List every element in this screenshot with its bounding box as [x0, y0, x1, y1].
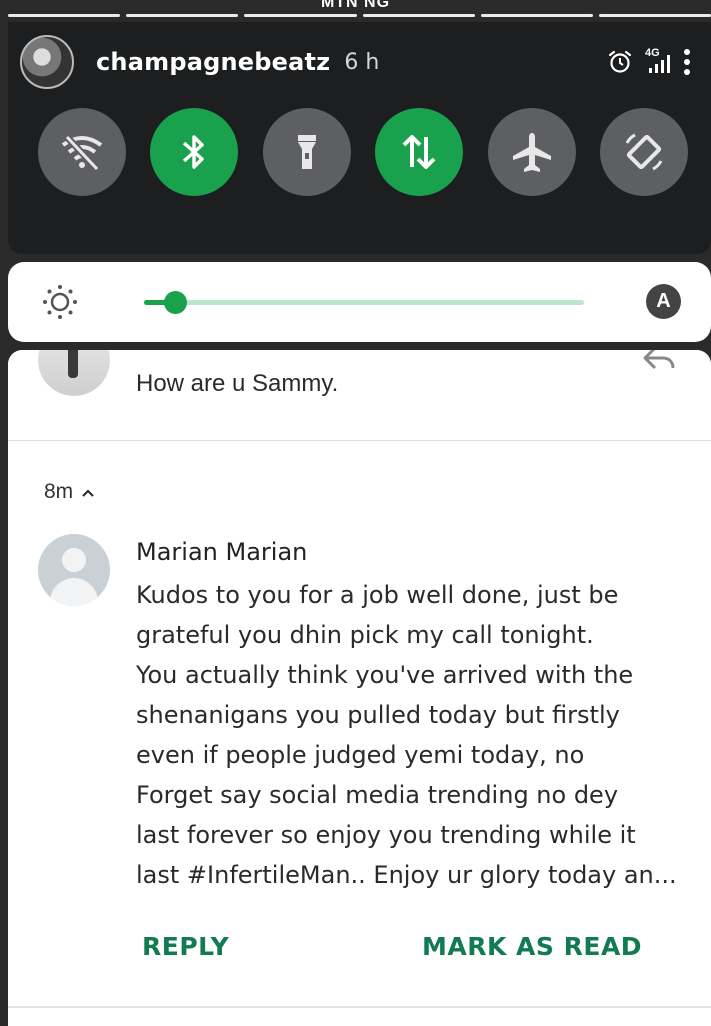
auto-brightness-button[interactable]: A — [646, 284, 681, 319]
auto-rotate-icon — [625, 133, 663, 171]
carrier-name: MTN NG — [320, 0, 391, 11]
avatar — [38, 350, 110, 396]
previous-message[interactable]: How are u Sammy. — [8, 350, 711, 440]
divider — [8, 440, 711, 441]
airplane-mode-tile[interactable] — [487, 108, 576, 196]
story-segment — [8, 14, 121, 17]
reply-button[interactable]: REPLY — [142, 932, 229, 961]
brightness-slider[interactable] — [144, 291, 584, 314]
post-time: 6 h — [344, 49, 380, 75]
quick-settings-tiles — [38, 108, 688, 196]
notification-time[interactable]: 8m — [44, 480, 95, 504]
wifi-off-icon — [61, 134, 103, 172]
story-progress-bar — [8, 14, 711, 18]
divider — [8, 1006, 711, 1008]
story-segment — [362, 14, 475, 17]
story-segment — [244, 14, 357, 17]
wifi-tile[interactable] — [38, 108, 126, 196]
story-header: champagnebeatz 6 h 4G — [20, 34, 691, 90]
signal-icon: 4G — [643, 47, 673, 75]
brightness-slider-thumb[interactable] — [163, 291, 187, 314]
mobile-data-tile[interactable] — [375, 108, 464, 196]
message-line: last forever so enjoy you trending while… — [136, 821, 636, 849]
bluetooth-icon — [183, 135, 205, 169]
brightness-icon — [42, 284, 78, 325]
message-line: Kudos to you for a job well done, just b… — [136, 581, 619, 609]
message-line: Forget say social media trending no dey — [136, 781, 619, 809]
flashlight-icon — [297, 135, 316, 169]
flashlight-tile[interactable] — [262, 108, 351, 196]
more-options-icon[interactable] — [683, 48, 691, 76]
message-body[interactable]: Kudos to you for a job well done, just b… — [136, 575, 696, 895]
message-line: last #InfertileMan.. Enjoy ur glory toda… — [136, 861, 677, 889]
quick-settings-panel: champagnebeatz 6 h 4G — [8, 22, 711, 254]
username[interactable]: champagnebeatz — [96, 48, 330, 76]
sender-name: Marian Marian — [136, 538, 308, 566]
message-line: shenanigans you pulled today but firstly — [136, 701, 620, 729]
notification-actions: REPLY MARK AS READ — [8, 932, 711, 972]
story-segment — [126, 14, 239, 17]
message-line: You actually think you've arrived with t… — [136, 661, 634, 689]
bluetooth-tile[interactable] — [150, 108, 239, 196]
avatar[interactable] — [20, 35, 74, 89]
reply-icon[interactable] — [641, 350, 677, 379]
auto-rotate-tile[interactable] — [599, 108, 688, 196]
airplane-mode-icon — [512, 133, 551, 172]
previous-message-text: How are u Sammy. — [136, 370, 339, 397]
time-label: 8m — [44, 480, 74, 503]
notification-card: How are u Sammy. 8m Marian Marian Kudos … — [8, 350, 711, 1026]
chevron-up-icon — [81, 480, 95, 504]
message-line: even if people judged yemi today, no — [136, 741, 585, 769]
story-segment — [598, 14, 711, 17]
mark-as-read-button[interactable]: MARK AS READ — [422, 932, 642, 961]
alarm-icon — [607, 49, 633, 75]
brightness-bar: A — [8, 262, 711, 342]
message-line: grateful you dhin pick my call tonight. — [136, 621, 594, 649]
story-segment — [480, 14, 593, 17]
mobile-data-icon — [402, 135, 436, 169]
avatar — [38, 534, 110, 606]
status-icons: 4G — [607, 47, 691, 76]
